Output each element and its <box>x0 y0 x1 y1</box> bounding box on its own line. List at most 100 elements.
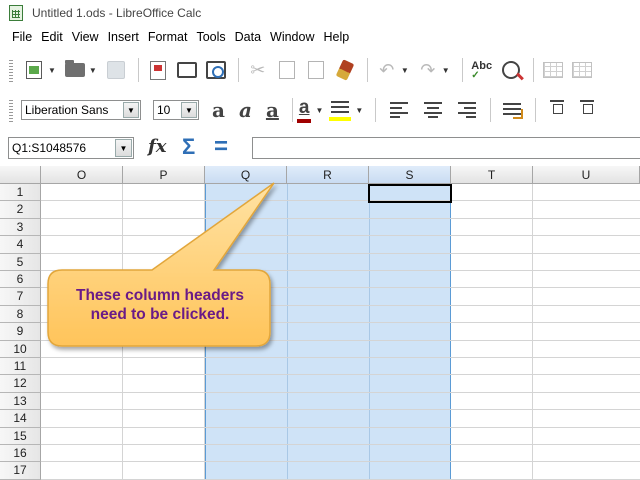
highlight-dropdown-arrow[interactable]: ▼ <box>355 106 363 115</box>
cut-button[interactable]: ✂ <box>245 57 271 83</box>
menu-window[interactable]: Window <box>270 30 314 44</box>
print-preview-icon <box>205 61 226 79</box>
row-header-9[interactable]: 9 <box>0 323 41 341</box>
toolbar-separator <box>366 58 368 82</box>
redo-button[interactable]: ↷ <box>415 57 441 83</box>
menu-file[interactable]: File <box>12 30 32 44</box>
undo-dropdown-arrow[interactable]: ▼ <box>401 66 409 75</box>
row-header-13[interactable]: 13 <box>0 392 41 411</box>
column-header-s[interactable]: S <box>369 166 451 184</box>
clone-formatting-button[interactable] <box>332 57 358 83</box>
paste-icon <box>307 61 324 79</box>
export-pdf-button[interactable] <box>145 57 171 83</box>
toolbar-grip[interactable] <box>9 58 13 82</box>
column-header-p[interactable]: P <box>123 166 205 184</box>
print-preview-button[interactable] <box>203 57 229 83</box>
title-bar: Untitled 1.ods - LibreOffice Calc <box>0 0 640 26</box>
find-replace-button[interactable] <box>498 57 524 83</box>
copy-button[interactable] <box>274 57 300 83</box>
row-header-4[interactable]: 4 <box>0 236 41 254</box>
menu-bar: File Edit View Insert Format Tools Data … <box>0 26 640 48</box>
new-dropdown-arrow[interactable]: ▼ <box>48 66 56 75</box>
open-button[interactable] <box>62 57 88 83</box>
print-button[interactable] <box>174 57 200 83</box>
row-button[interactable] <box>540 57 566 83</box>
menu-view[interactable]: View <box>72 30 99 44</box>
menu-format[interactable]: Format <box>148 30 188 44</box>
bold-button[interactable]: a <box>212 98 225 122</box>
align-top-button[interactable] <box>550 100 565 120</box>
sum-icon[interactable]: Σ <box>182 134 195 160</box>
font-size-value: 10 <box>157 103 171 117</box>
formatting-toolbar: Liberation Sans ▼ 10 ▼ a a a a ▼ ▼ <box>0 91 640 129</box>
row-header-14[interactable]: 14 <box>0 410 41 428</box>
redo-dropdown-arrow[interactable]: ▼ <box>442 66 450 75</box>
toolbar-separator <box>137 58 139 82</box>
row-header-6[interactable]: 6 <box>0 271 41 289</box>
table-row-icon <box>542 62 563 78</box>
row-header-12[interactable]: 12 <box>0 375 41 393</box>
menu-edit[interactable]: Edit <box>41 30 63 44</box>
menu-tools[interactable]: Tools <box>196 30 225 44</box>
name-box[interactable]: Q1:S1048576 ▼ <box>8 137 134 159</box>
row-header-3[interactable]: 3 <box>0 218 41 237</box>
column-header-t[interactable]: T <box>451 166 533 184</box>
undo-button[interactable]: ↶ <box>374 57 400 83</box>
wrap-text-button[interactable] <box>503 101 524 119</box>
toolbar-grip[interactable] <box>9 98 13 122</box>
column-button[interactable] <box>569 57 595 83</box>
column-header-q[interactable]: Q <box>205 166 287 184</box>
toolbar-separator <box>291 98 293 122</box>
undo-icon: ↶ <box>379 59 395 80</box>
row-header-15[interactable]: 15 <box>0 427 41 445</box>
font-size-combobox[interactable]: 10 ▼ <box>153 100 199 120</box>
chevron-down-icon[interactable]: ▼ <box>181 102 197 118</box>
align-center-button[interactable] <box>424 102 443 118</box>
menu-insert[interactable]: Insert <box>108 30 139 44</box>
row-header-1[interactable]: 1 <box>0 184 41 202</box>
menu-data[interactable]: Data <box>235 30 261 44</box>
save-button[interactable] <box>103 57 129 83</box>
chevron-down-icon[interactable]: ▼ <box>123 102 139 118</box>
row-header-5[interactable]: 5 <box>0 253 41 271</box>
chevron-down-icon[interactable]: ▼ <box>115 139 132 157</box>
align-left-button[interactable] <box>390 102 409 118</box>
column-header-r[interactable]: R <box>287 166 369 184</box>
toolbar-separator <box>237 58 239 82</box>
font-name-value: Liberation Sans <box>25 103 109 117</box>
row-header-11[interactable]: 11 <box>0 358 41 376</box>
align-right-button[interactable] <box>458 102 477 118</box>
callout-text: These column headers need to be clicked. <box>76 287 244 323</box>
formula-input[interactable] <box>252 137 640 159</box>
font-name-combobox[interactable]: Liberation Sans ▼ <box>21 100 141 120</box>
row-header-7[interactable]: 7 <box>0 288 41 306</box>
select-all-corner[interactable] <box>0 166 41 184</box>
window-title: Untitled 1.ods - LibreOffice Calc <box>32 6 202 20</box>
italic-button[interactable]: a <box>239 98 252 122</box>
row-header-2[interactable]: 2 <box>0 201 41 219</box>
pdf-icon <box>149 60 166 80</box>
new-document-button[interactable] <box>21 57 47 83</box>
column-header-o[interactable]: O <box>41 166 123 184</box>
standard-toolbar: ▼ ▼ ✂ ↶ ▼ ↷ ▼ Abc ✓ <box>0 52 640 88</box>
row-header-8[interactable]: 8 <box>0 305 41 324</box>
highlight-color-button[interactable] <box>329 99 352 121</box>
row-header-16[interactable]: 16 <box>0 445 41 463</box>
font-color-button[interactable]: a <box>296 97 312 123</box>
printer-icon <box>176 62 197 78</box>
calc-app-icon <box>9 5 23 21</box>
row-header-17[interactable]: 17 <box>0 462 41 480</box>
name-box-value: Q1:S1048576 <box>12 141 87 155</box>
row-header-10[interactable]: 10 <box>0 340 41 358</box>
spelling-button[interactable]: Abc ✓ <box>469 57 495 83</box>
menu-help[interactable]: Help <box>324 30 350 44</box>
align-center-vertically-button[interactable] <box>580 100 595 120</box>
formula-icon[interactable]: = <box>214 133 228 161</box>
paste-button[interactable] <box>303 57 329 83</box>
function-wizard-icon[interactable]: fx <box>148 136 166 157</box>
underline-button[interactable]: a <box>266 98 279 122</box>
column-header-u[interactable]: U <box>533 166 640 184</box>
folder-icon <box>64 60 85 77</box>
font-color-dropdown-arrow[interactable]: ▼ <box>315 106 323 115</box>
open-dropdown-arrow[interactable]: ▼ <box>89 66 97 75</box>
